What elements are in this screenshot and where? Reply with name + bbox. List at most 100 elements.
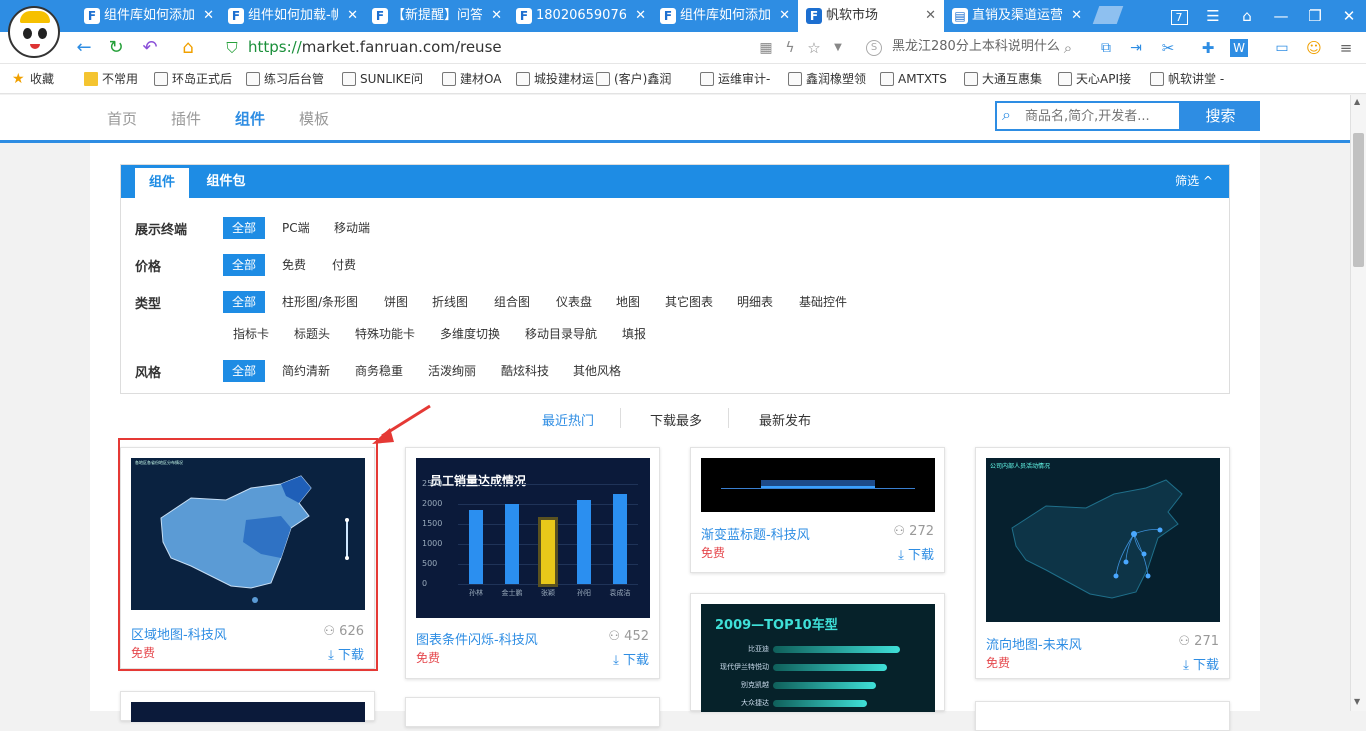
sort-most-downloads[interactable]: 下载最多 <box>650 410 702 429</box>
tab-component-packages[interactable]: 组件包 <box>195 165 257 198</box>
bookmark-item[interactable]: 帆软讲堂 - <box>1150 64 1224 94</box>
component-card[interactable]: 渐变蓝标题-科技风 免费 ⚇ 272 ⤓ 下载 <box>690 447 945 573</box>
extension-icon[interactable]: ✚ <box>1196 36 1220 60</box>
bookmark-item[interactable]: 建材OA <box>442 64 501 94</box>
browser-tab[interactable]: ▤ 直销及渠道运营 ✕ <box>944 0 1090 32</box>
filter-option[interactable]: 仪表盘 <box>547 291 601 313</box>
bookmark-item[interactable]: 不常用 <box>84 64 138 94</box>
filter-option[interactable]: 基础控件 <box>790 291 856 313</box>
tab-close-icon[interactable]: ✕ <box>491 0 502 32</box>
bookmark-item[interactable]: (客户)鑫润 <box>596 64 671 94</box>
url-field[interactable]: https://market.fanruan.com/reuse <box>248 32 502 64</box>
filter-option[interactable]: 组合图 <box>485 291 539 313</box>
filter-option[interactable]: 饼图 <box>375 291 417 313</box>
browser-tab[interactable]: F 18020659076 - ✕ <box>508 0 654 32</box>
close-window-icon[interactable]: ✕ <box>1332 0 1366 32</box>
filter-option[interactable]: 全部 <box>223 254 266 276</box>
filter-option[interactable]: 其它图表 <box>656 291 722 313</box>
qr-icon[interactable]: ▦ <box>754 36 778 60</box>
new-tab-button[interactable] <box>1092 6 1124 24</box>
browser-tab[interactable]: F 组件库如何添加 ✕ <box>652 0 798 32</box>
translate-icon[interactable]: ⧉ <box>1094 36 1118 60</box>
tab-close-icon[interactable]: ✕ <box>347 0 358 32</box>
browser-tab[interactable]: F 帆软市场 ✕ <box>798 0 944 32</box>
filter-option[interactable]: PC端 <box>273 217 319 239</box>
tab-close-icon[interactable]: ✕ <box>203 0 214 32</box>
filter-option[interactable]: 地图 <box>607 291 649 313</box>
search-input[interactable] <box>1025 103 1175 129</box>
filter-option[interactable]: 全部 <box>223 217 266 239</box>
tab-count-badge[interactable]: 7 <box>1162 0 1196 32</box>
bookmark-item[interactable]: 城投建材运 <box>516 64 594 94</box>
browser-logo[interactable] <box>8 6 60 58</box>
scroll-down-icon[interactable]: ▼ <box>1354 697 1360 706</box>
cut-icon[interactable]: ✂ <box>1156 36 1180 60</box>
refresh-icon[interactable]: ↻ <box>104 36 128 60</box>
filter-option[interactable]: 折线图 <box>423 291 477 313</box>
address-search-text[interactable]: 黑龙江280分上本科说明什么 <box>892 32 1060 62</box>
filter-option[interactable]: 标题头 <box>285 323 339 345</box>
download-button[interactable]: ⤓ 下载 <box>613 649 649 668</box>
scrollbar-thumb[interactable] <box>1353 133 1364 267</box>
undo-icon[interactable]: ↶ <box>138 36 162 60</box>
filter-option[interactable]: 全部 <box>223 291 266 313</box>
component-card[interactable] <box>405 697 660 727</box>
dropdown-icon[interactable]: ▼ <box>826 36 850 60</box>
bookmark-item[interactable]: 大通互惠集 <box>964 64 1042 94</box>
filter-option[interactable]: 指标卡 <box>224 323 278 345</box>
browser-tab[interactable]: F 【新提醒】问答 ✕ <box>364 0 510 32</box>
bookmark-item[interactable]: 练习后台管 <box>246 64 324 94</box>
bookmark-item[interactable]: AMTXTS <box>880 64 947 94</box>
more-icon[interactable]: ≡ <box>1334 36 1358 60</box>
magnifier-icon[interactable]: ⌕ <box>1056 36 1080 60</box>
tab-components[interactable]: 组件 <box>135 168 189 198</box>
restore-icon[interactable]: ❐ <box>1298 0 1332 32</box>
tab-close-icon[interactable]: ✕ <box>635 0 646 32</box>
download-button[interactable]: ⤓ 下载 <box>1183 654 1219 673</box>
bookmark-item[interactable]: 鑫润橡塑领 <box>788 64 866 94</box>
back-icon[interactable]: ← <box>72 36 96 60</box>
emoji-icon[interactable]: ☺ <box>1302 36 1326 60</box>
filter-option[interactable]: 特殊功能卡 <box>346 323 424 345</box>
card-title[interactable]: 图表条件闪烁-科技风 <box>416 629 538 648</box>
card-title[interactable]: 流向地图-未来风 <box>986 634 1082 653</box>
tab-close-icon[interactable]: ✕ <box>1071 0 1082 32</box>
browser-tab[interactable]: F 组件如何加载-帆 ✕ <box>220 0 366 32</box>
component-card[interactable]: 公司内部人员活动情况 流向地图-未来风 免费 ⚇ 271 ⤓ 下载 <box>975 447 1230 679</box>
filter-option[interactable]: 简约清新 <box>273 360 339 382</box>
scroll-up-icon[interactable]: ▲ <box>1354 97 1360 106</box>
component-card[interactable]: 2009—TOP10车型 比亚迪 现代伊兰特悦动 别克凯越 大众捷达 <box>690 593 945 712</box>
filter-option[interactable]: 移动端 <box>325 217 379 239</box>
login-icon[interactable]: ⇥ <box>1124 36 1148 60</box>
filter-option[interactable]: 移动目录导航 <box>516 323 606 345</box>
sort-newest[interactable]: 最新发布 <box>759 410 811 429</box>
word-icon[interactable]: W <box>1230 39 1248 57</box>
bookmark-item[interactable]: SUNLIKE问 <box>342 64 423 94</box>
component-card[interactable] <box>120 691 375 722</box>
nav-components[interactable]: 组件 <box>235 95 265 143</box>
filter-option[interactable]: 其他风格 <box>564 360 630 382</box>
component-card[interactable] <box>975 701 1230 731</box>
download-button[interactable]: ⤓ 下载 <box>898 544 934 563</box>
home-icon[interactable]: ⌂ <box>176 36 200 60</box>
filter-option[interactable]: 付费 <box>323 254 365 276</box>
filter-option[interactable]: 免费 <box>273 254 315 276</box>
menu-icon[interactable]: ☰ <box>1196 0 1230 32</box>
filter-option[interactable]: 活泼绚丽 <box>419 360 485 382</box>
lightning-icon[interactable]: ϟ <box>778 36 802 60</box>
component-card[interactable]: 员工销量达成情况 2500 2000 1500 1000 500 0 孙林 金士鹏 张颖 孙阳 袁成… <box>405 447 660 679</box>
filter-option[interactable]: 多维度切换 <box>431 323 509 345</box>
filter-option[interactable]: 酷炫科技 <box>492 360 558 382</box>
skin-icon[interactable]: ⌂ <box>1230 0 1264 32</box>
filter-option[interactable]: 明细表 <box>728 291 782 313</box>
filter-option[interactable]: 柱形图/条形图 <box>273 291 367 313</box>
star-icon[interactable]: ☆ <box>802 36 826 60</box>
nav-templates[interactable]: 模板 <box>299 95 329 143</box>
screen-icon[interactable]: ▭ <box>1270 36 1294 60</box>
minimize-icon[interactable]: — <box>1264 0 1298 32</box>
bookmark-item[interactable]: 环岛正式后 <box>154 64 232 94</box>
nav-home[interactable]: 首页 <box>107 95 137 143</box>
tab-close-icon[interactable]: ✕ <box>779 0 790 32</box>
filter-option[interactable]: 商务稳重 <box>346 360 412 382</box>
filter-option[interactable]: 全部 <box>223 360 266 382</box>
